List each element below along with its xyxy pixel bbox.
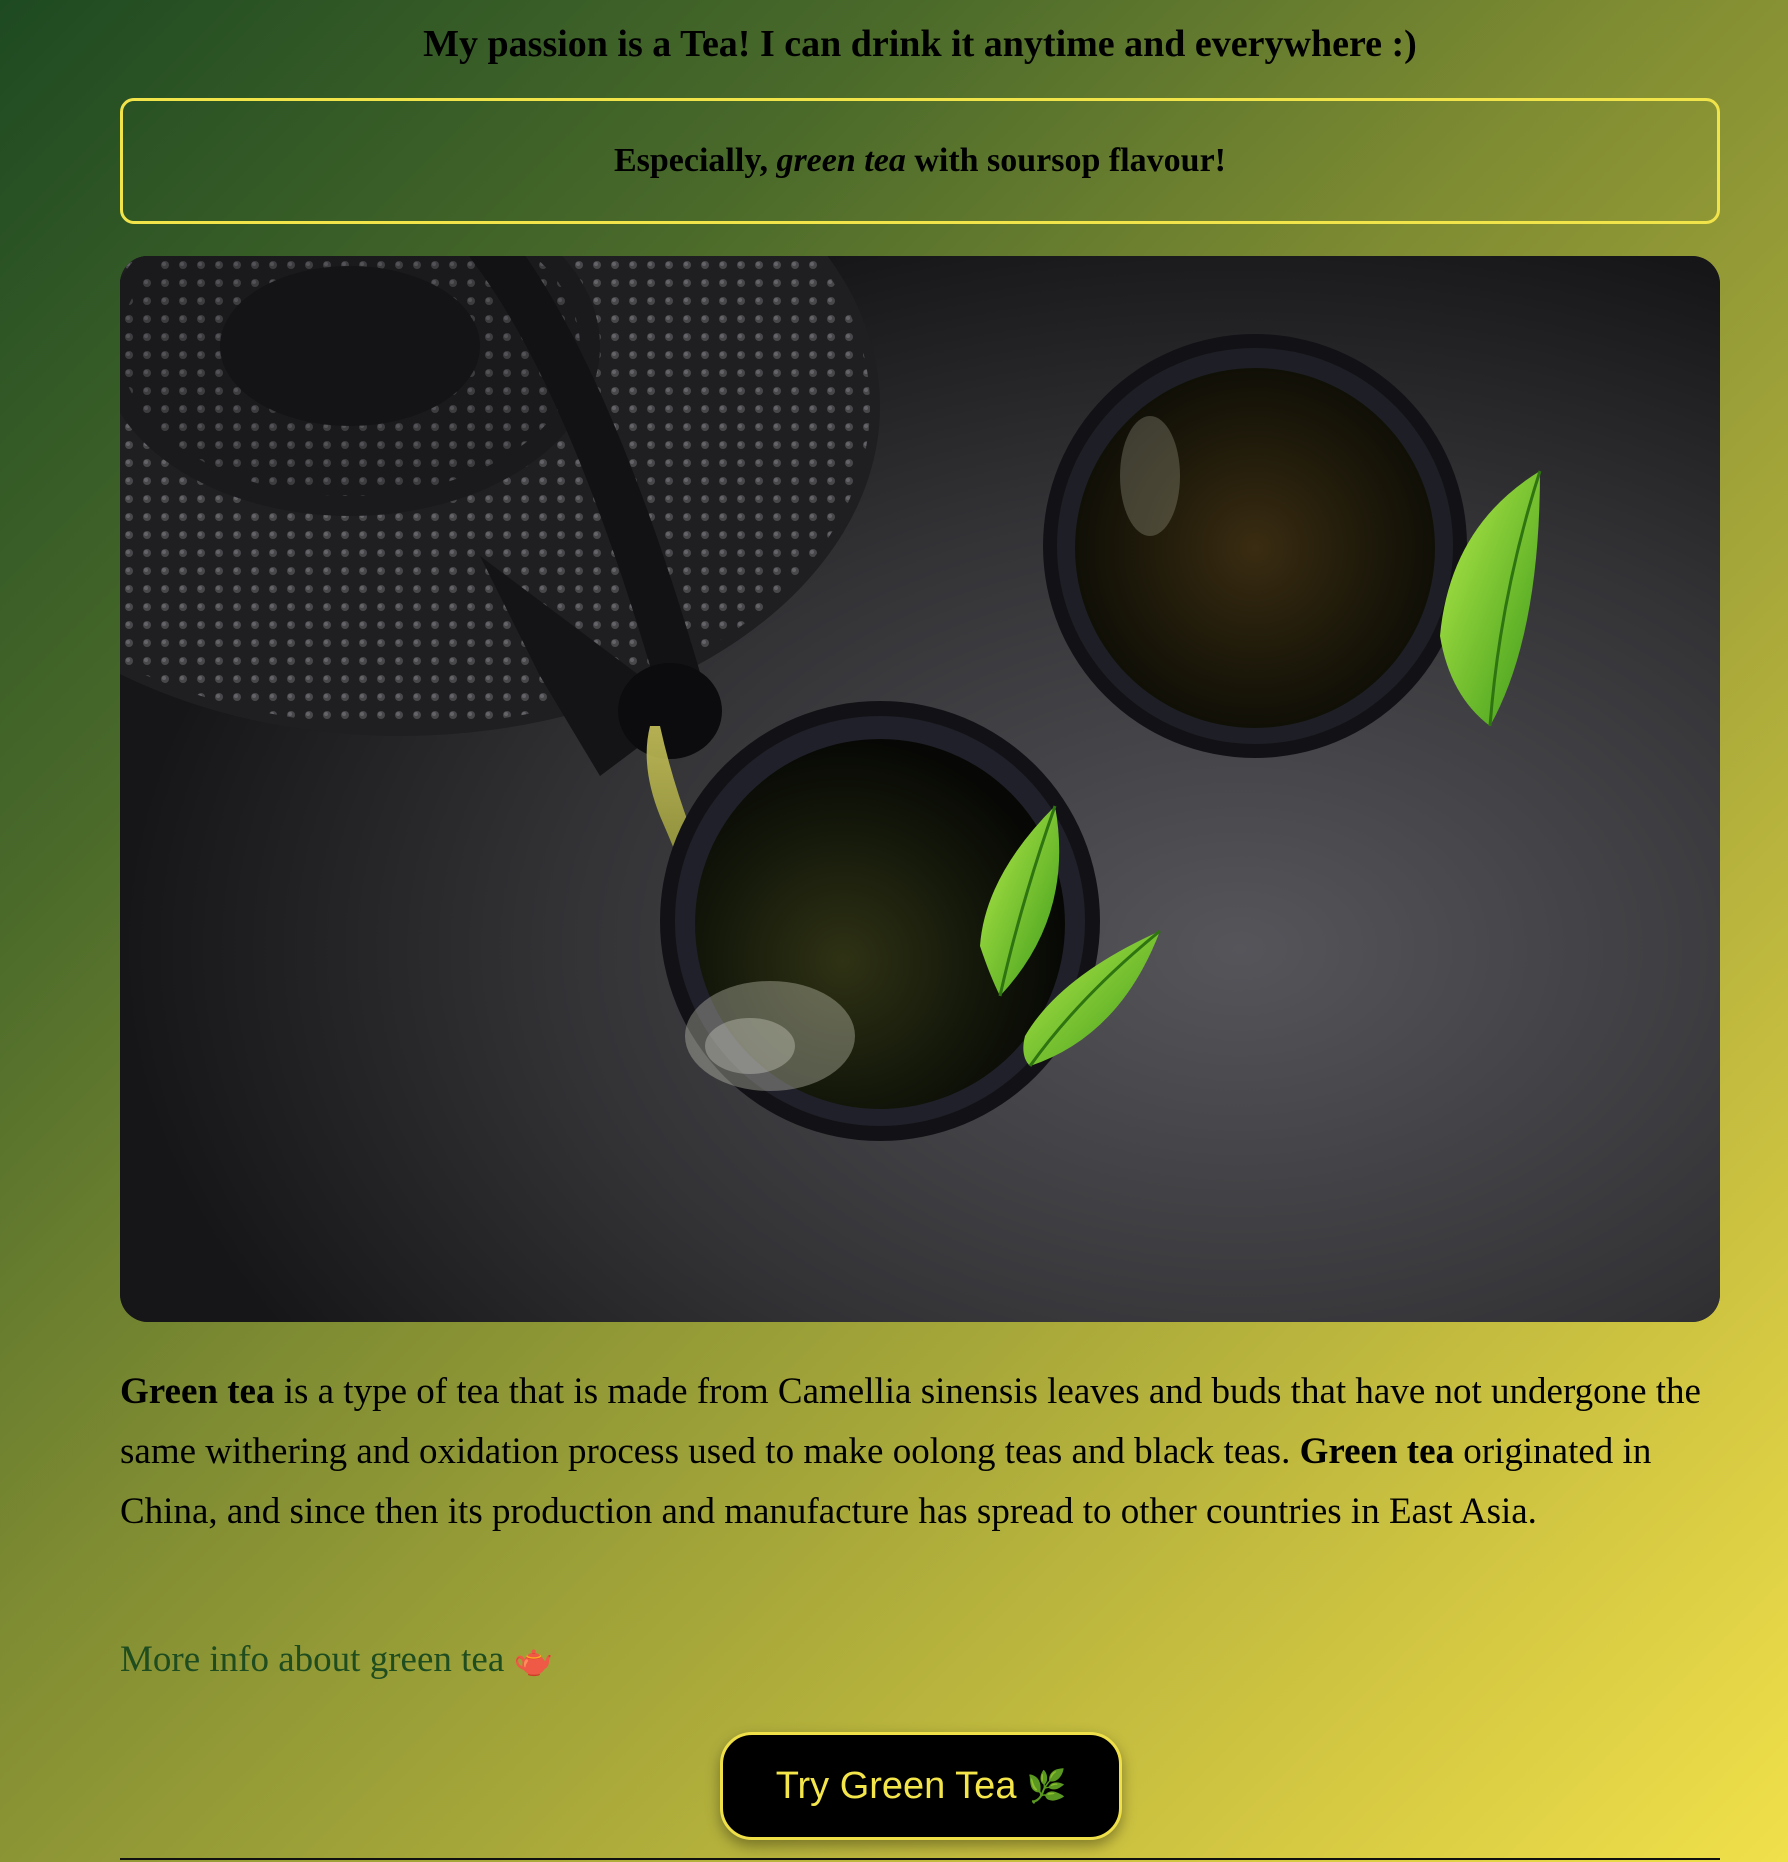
try-green-tea-label: Try Green Tea bbox=[775, 1764, 1017, 1807]
try-green-tea-button[interactable]: Try Green Tea 🌿 bbox=[720, 1732, 1122, 1840]
highlight-suffix: with soursop flavour! bbox=[905, 142, 1227, 179]
green-tea-photo bbox=[120, 256, 1720, 1322]
highlight-box: Especially, green tea with soursop flavo… bbox=[120, 98, 1720, 224]
herb-icon: 🌿 bbox=[1026, 1767, 1067, 1805]
horizontal-divider bbox=[120, 1858, 1720, 1860]
term-green-tea-1: Green tea bbox=[120, 1371, 275, 1412]
highlight-prefix: Especially, bbox=[613, 142, 777, 179]
more-info-link[interactable]: More info about green tea 🫖 bbox=[120, 1634, 553, 1686]
highlight-emphasis: green tea bbox=[776, 142, 906, 179]
page-headline: My passion is a Tea! I can drink it anyt… bbox=[423, 23, 1417, 65]
more-info-label: More info about green tea bbox=[120, 1639, 505, 1680]
teapot-icon: 🫖 bbox=[513, 1641, 554, 1679]
term-green-tea-2: Green tea bbox=[1299, 1431, 1455, 1472]
highlight-text: Especially, green tea with soursop flavo… bbox=[614, 142, 1226, 180]
green-tea-illustration bbox=[120, 256, 1720, 1322]
green-tea-description: Green tea is a type of tea that is made … bbox=[120, 1362, 1720, 1542]
